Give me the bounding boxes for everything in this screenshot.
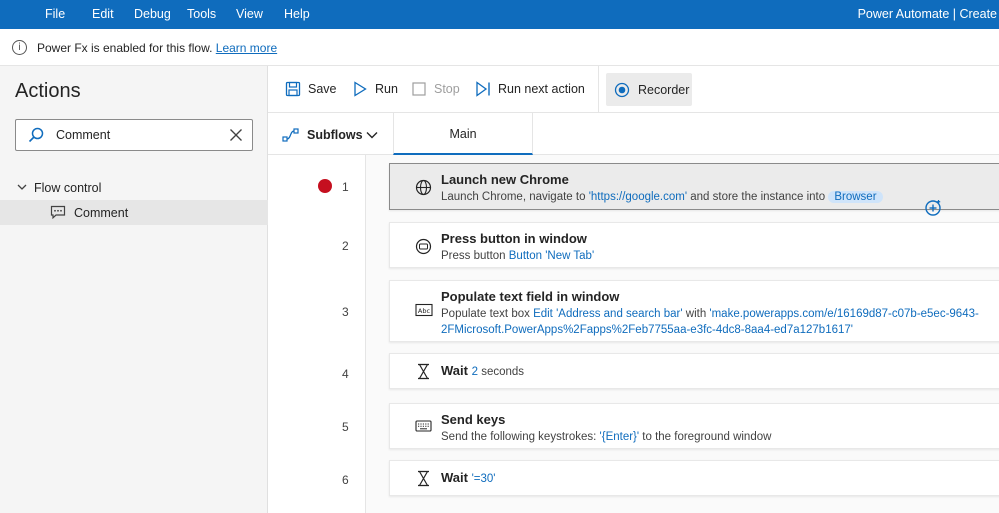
app-title: Power Automate | Create (857, 7, 997, 21)
tab-main-label: Main (449, 127, 477, 141)
hourglass-icon (418, 470, 429, 487)
tab-bar: Subflows Main (268, 113, 999, 155)
actions-search-box (15, 119, 253, 151)
recorder-button[interactable]: Recorder (606, 73, 692, 106)
designer-toolbar: Save Run Stop Run next action Recorder (268, 66, 999, 113)
toolbar-divider (598, 66, 599, 113)
step-title-line: Wait '=30' (441, 470, 496, 485)
actions-heading: Actions (15, 80, 81, 102)
line-gutter: 1 2 3 4 5 6 (268, 155, 366, 513)
tab-main[interactable]: Main (393, 113, 533, 155)
globe-icon (415, 179, 432, 196)
clear-search-icon[interactable] (229, 128, 243, 142)
flow-step-send-keys[interactable]: Send keys Send the following keystrokes:… (389, 403, 999, 449)
step-parameter: 'make.powerapps.com/e/16169d87-c07b-e5ec… (709, 308, 979, 320)
flow-step-launch-chrome[interactable]: Launch new Chrome Launch Chrome, navigat… (389, 163, 999, 210)
learn-more-link[interactable]: Learn more (216, 41, 277, 55)
step-description: Send the following keystrokes: '{Enter}'… (441, 431, 772, 443)
menu-tools[interactable]: Tools (187, 7, 216, 21)
info-text: Power Fx is enabled for this flow. Learn… (37, 41, 277, 55)
add-action-icon[interactable] (924, 199, 942, 217)
flow-step-populate-text[interactable]: Abc Populate text field in window Popula… (389, 280, 999, 342)
chevron-down-icon (366, 132, 378, 139)
info-bar: i Power Fx is enabled for this flow. Lea… (0, 29, 999, 66)
variable-badge[interactable]: Browser (828, 191, 883, 203)
step-description: Populate text box Edit 'Address and sear… (441, 308, 979, 320)
breakpoint-marker[interactable] (318, 179, 332, 193)
line-number: 1 (342, 180, 349, 194)
run-next-label: Run next action (498, 82, 585, 96)
menu-view[interactable]: View (236, 7, 263, 21)
menu-help[interactable]: Help (284, 7, 310, 21)
search-icon (28, 127, 44, 143)
step-title: Send keys (441, 412, 506, 427)
stop-icon (412, 82, 426, 96)
step-parameter: Button 'New Tab' (508, 250, 595, 262)
menu-bar: File Edit Debug Tools View Help Power Au… (0, 0, 999, 29)
subflows-label: Subflows (307, 128, 363, 142)
keyboard-icon (415, 420, 432, 432)
stop-label: Stop (434, 82, 460, 96)
step-forward-icon (476, 81, 490, 97)
save-icon (285, 81, 301, 97)
step-title: Press button in window (441, 231, 587, 246)
step-parameter: '=30' (471, 473, 496, 485)
line-number: 6 (342, 473, 349, 487)
line-number: 5 (342, 420, 349, 434)
menu-debug[interactable]: Debug (134, 7, 171, 21)
save-label: Save (308, 82, 337, 96)
line-number: 3 (342, 305, 349, 319)
comment-icon (50, 205, 66, 219)
flow-step-wait[interactable]: Wait '=30' (389, 460, 999, 496)
play-icon (354, 81, 367, 97)
flow-step-press-button[interactable]: Press button in window Press button Butt… (389, 222, 999, 268)
step-parameter: 'https://google.com' (588, 191, 688, 203)
step-description-continued: 2FMicrosoft.PowerApps%2Fapps%2Feb7755aa-… (441, 324, 853, 336)
flow-step-wait[interactable]: Wait 2 seconds (389, 353, 999, 389)
tree-item-label: Comment (74, 206, 129, 220)
run-label: Run (375, 82, 398, 96)
textbox-icon: Abc (415, 303, 433, 317)
step-title: Populate text field in window (441, 289, 620, 304)
step-parameter: Edit 'Address and search bar' (533, 308, 683, 320)
step-description: Launch Chrome, navigate to 'https://goog… (441, 189, 883, 205)
tree-item-comment[interactable]: Comment (0, 200, 268, 225)
step-parameter: '{Enter}' (599, 431, 640, 443)
step-title-line: Wait 2 seconds (441, 363, 525, 378)
subflow-icon (282, 128, 299, 142)
actions-panel: Actions Flow control Comment (0, 66, 268, 513)
hourglass-icon (418, 363, 429, 380)
line-number: 4 (342, 367, 349, 381)
line-number: 2 (342, 239, 349, 253)
record-icon (614, 82, 630, 98)
actions-search-input[interactable] (56, 126, 216, 144)
flow-canvas: 1 2 3 4 5 6 Launch new Chrome Launch Chr… (268, 155, 999, 513)
step-description: Press button Button 'New Tab' (441, 250, 595, 262)
step-title: Launch new Chrome (441, 172, 569, 187)
menu-edit[interactable]: Edit (92, 7, 114, 21)
button-icon (415, 238, 432, 255)
svg-text:Abc: Abc (418, 307, 431, 315)
info-icon: i (12, 40, 27, 55)
recorder-label: Recorder (638, 83, 690, 97)
tree-group-flow-control[interactable]: Flow control (0, 178, 268, 200)
menu-file[interactable]: File (45, 7, 65, 21)
tree-group-label: Flow control (34, 181, 102, 195)
chevron-down-icon (17, 184, 27, 190)
info-message: Power Fx is enabled for this flow. (37, 41, 213, 55)
